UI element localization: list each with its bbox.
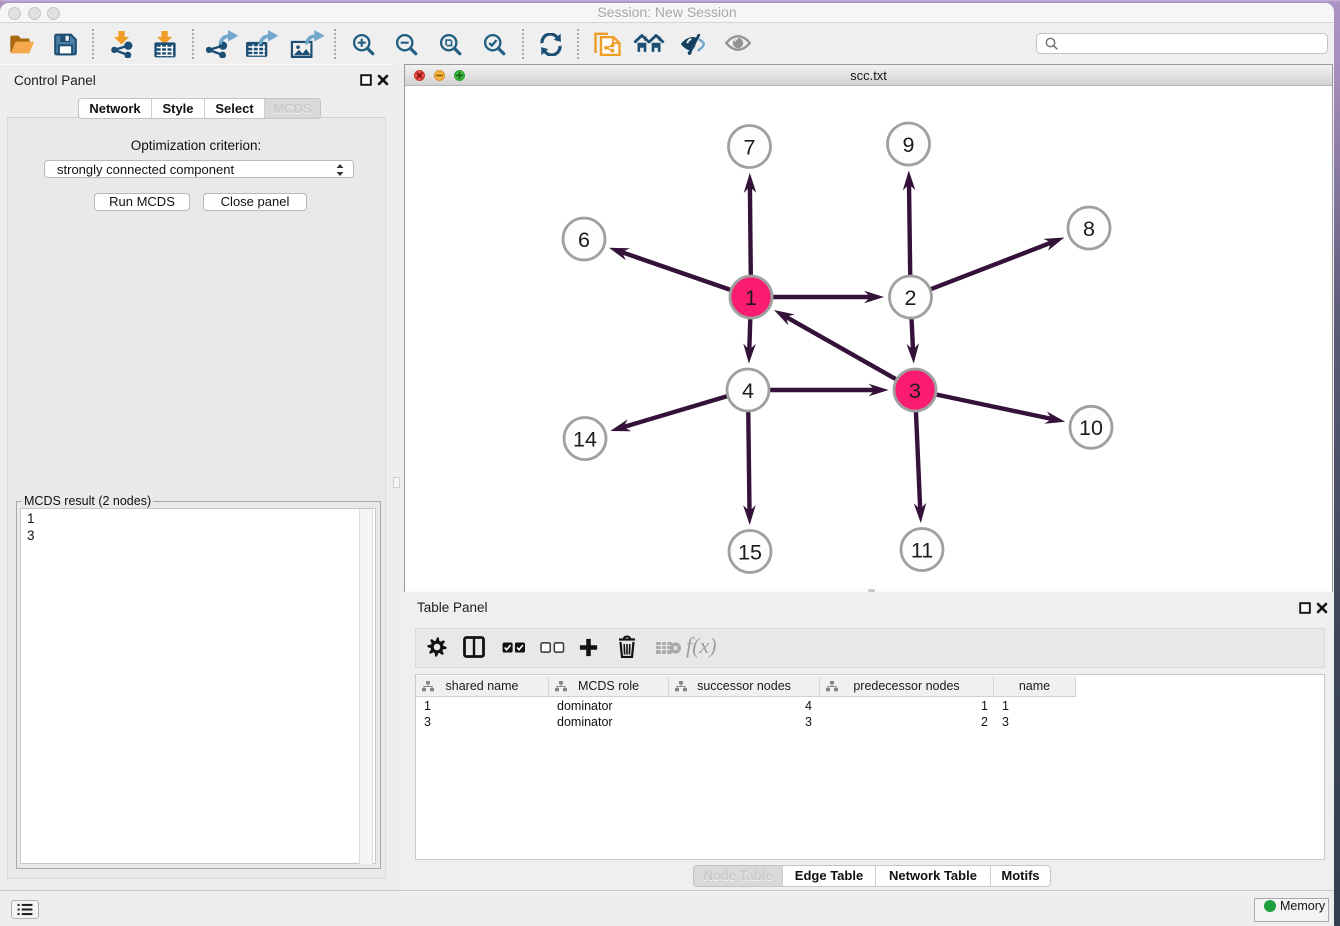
svg-text:2: 2 xyxy=(905,286,917,310)
svg-text:8: 8 xyxy=(1083,217,1095,241)
svg-text:15: 15 xyxy=(738,540,762,564)
svg-text:10: 10 xyxy=(1079,416,1103,440)
svg-text:11: 11 xyxy=(911,538,933,562)
svg-text:4: 4 xyxy=(742,379,754,403)
svg-text:9: 9 xyxy=(903,133,915,157)
svg-text:6: 6 xyxy=(578,228,590,252)
svg-text:1: 1 xyxy=(745,286,757,310)
svg-text:14: 14 xyxy=(573,427,597,451)
svg-text:7: 7 xyxy=(744,135,756,159)
svg-text:3: 3 xyxy=(909,379,921,403)
